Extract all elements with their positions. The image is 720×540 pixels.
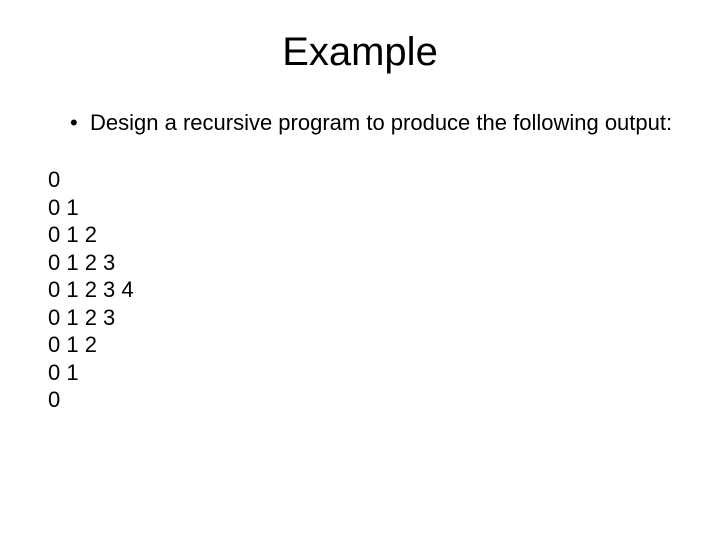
bullet-item: Design a recursive program to produce th… — [70, 110, 690, 136]
slide-container: Example Design a recursive program to pr… — [0, 0, 720, 540]
output-line: 0 1 2 — [48, 221, 690, 249]
output-line: 0 — [48, 166, 690, 194]
output-line: 0 1 — [48, 194, 690, 222]
bullet-list: Design a recursive program to produce th… — [30, 110, 690, 136]
output-line: 0 1 2 — [48, 331, 690, 359]
output-line: 0 1 2 3 — [48, 304, 690, 332]
output-line: 0 1 — [48, 359, 690, 387]
output-line: 0 — [48, 386, 690, 414]
output-line: 0 1 2 3 4 — [48, 276, 690, 304]
output-line: 0 1 2 3 — [48, 249, 690, 277]
slide-title: Example — [30, 30, 690, 75]
output-block: 0 0 1 0 1 2 0 1 2 3 0 1 2 3 4 0 1 2 3 0 … — [30, 166, 690, 414]
